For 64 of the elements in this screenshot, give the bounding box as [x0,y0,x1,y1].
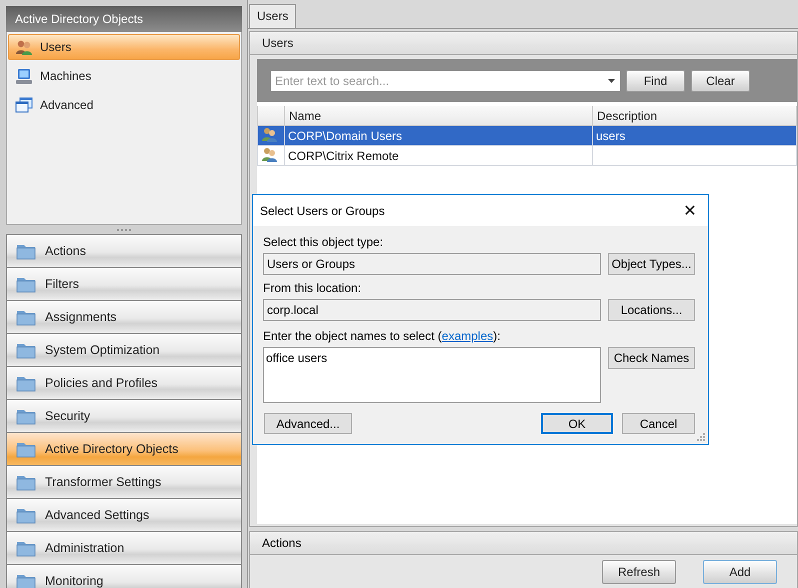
list-item[interactable]: Users [8,34,240,60]
action-button[interactable]: Add [703,560,777,584]
table-cell: CORP\Citrix Remote [284,146,592,166]
table-row[interactable]: CORP\Domain Users users [258,126,796,146]
nav-section-button[interactable]: Filters [6,268,242,301]
folder-icon [16,440,36,458]
object-names-field[interactable]: office users [263,347,601,403]
folder-icon [16,572,36,588]
folder-icon [16,275,36,293]
check-names-button[interactable]: Check Names [608,347,695,369]
folder-icon [16,539,36,557]
folder-icon [16,506,36,524]
nav-section-button[interactable]: Assignments [6,301,242,334]
nav-section-button[interactable]: Security [6,400,242,433]
folder-icon [16,374,36,392]
nav-section-button[interactable]: Transformer Settings [6,466,242,499]
table-cell: CORP\Domain Users [284,126,592,146]
nav-section-button[interactable]: Administration [6,532,242,565]
users-icon [15,39,33,55]
resize-grip-icon [696,432,706,442]
computer-icon [15,68,33,84]
folder-icon [16,407,36,425]
nav-section-button[interactable]: System Optimization [6,334,242,367]
column-header[interactable]: Name [284,106,592,126]
panel-header: Active Directory Objects [6,6,242,32]
table-row[interactable]: CORP\Citrix Remote [258,146,796,166]
dialog-title: Select Users or Groups [260,204,385,218]
group-icon [261,146,277,162]
tab[interactable]: Users [249,4,296,28]
list-item[interactable]: Advanced [8,92,240,118]
find-button[interactable]: Find [626,70,685,92]
caret-icon [608,78,614,82]
advanced-button[interactable]: Advanced... [264,413,352,434]
column-header[interactable]: Description [592,106,796,126]
search-field[interactable]: Enter text to search... [271,70,602,90]
field-label: From this location: [263,281,362,295]
action-button[interactable]: Refresh [602,560,676,584]
panel-header: Actions [250,532,797,555]
locations-button[interactable]: Locations... [608,299,695,321]
ok-button[interactable]: OK [541,413,613,434]
folder-icon [16,341,36,359]
object-types-button[interactable]: Object Types... [608,253,695,275]
cancel-button[interactable]: Cancel [622,413,695,434]
group-icon [261,126,277,142]
location-field[interactable]: corp.local [263,299,601,321]
nav-section-button[interactable]: Policies and Profiles [6,367,242,400]
field-label: Select this object type: [263,235,384,249]
nav-section-button[interactable]: Advanced Settings [6,499,242,532]
nav-section-button[interactable]: Active Directory Objects [6,433,242,466]
nav-section-button[interactable]: Actions [6,234,242,268]
list-item[interactable]: Machines [8,63,240,89]
panel-header: Users [250,32,797,55]
close-button[interactable]: ✕ [680,201,700,220]
dropdown-button[interactable] [602,70,620,90]
folder-icon [16,242,36,260]
windows-icon [15,97,33,113]
folder-icon [16,473,36,491]
object-type-field[interactable]: Users or Groups [263,253,601,275]
folder-icon [16,308,36,326]
nav-section-button[interactable]: Monitoring [6,565,242,588]
field-label: Enter the object names to select (examples): [263,329,502,343]
table-cell: users [592,126,796,146]
examples-link[interactable]: examples [442,329,494,343]
clear-button[interactable]: Clear [691,70,750,92]
